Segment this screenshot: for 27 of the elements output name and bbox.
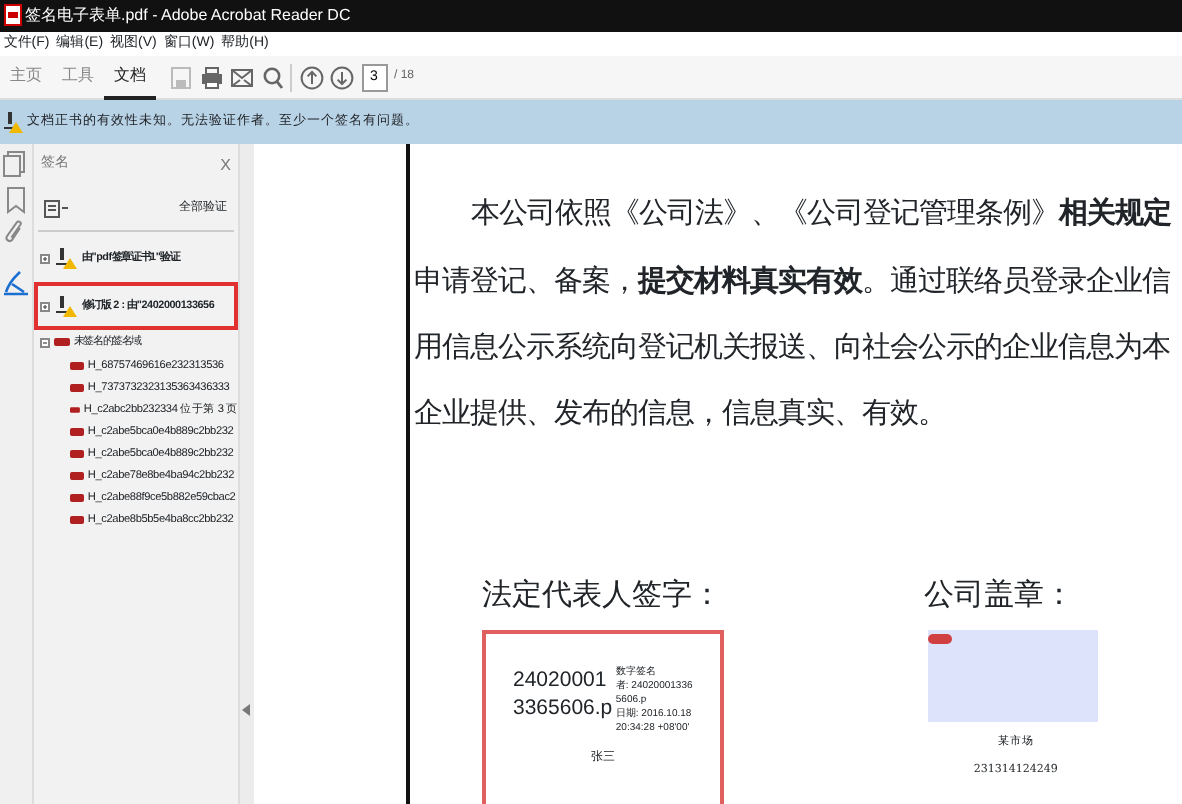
collapse-arrow-icon[interactable] xyxy=(242,704,251,716)
pen-warning-icon xyxy=(3,109,24,134)
bookmark-icon[interactable] xyxy=(1,185,30,214)
mail-icon[interactable] xyxy=(230,67,254,88)
pen-warning-icon xyxy=(53,246,78,271)
next-page-icon[interactable] xyxy=(330,65,354,90)
print-icon[interactable] xyxy=(199,65,223,90)
pdf-file-icon xyxy=(3,4,22,27)
field-icon xyxy=(69,405,80,414)
expand-icon[interactable] xyxy=(39,301,50,312)
search-icon[interactable] xyxy=(261,65,283,90)
previous-page-icon[interactable] xyxy=(299,65,323,90)
expand-icon[interactable] xyxy=(39,253,50,264)
collapse-icon[interactable] xyxy=(39,337,50,348)
pages-icon[interactable] xyxy=(1,150,30,179)
signature-text: 3365606.p xyxy=(513,694,613,723)
signature-text: 24020001 xyxy=(513,666,609,695)
window-title: 签名电子表单.pdf - Adobe Acrobat Reader DC xyxy=(25,3,351,28)
seal-field[interactable] xyxy=(927,630,1098,723)
options-menu-icon[interactable] xyxy=(44,199,71,218)
signature-pen-icon[interactable] xyxy=(1,267,30,296)
body-paragraph: 本公司依照《公司法》、《公司登记管理条例》相关规定申请登记、备案，提交材料真实有效。通过联络员登录企业信用信息公示系统向登记机关报送、向社会公示的企业信息为本企业提供、发布的信息，信息真实、有效。 xyxy=(411,193,1174,434)
marker-icon xyxy=(927,634,952,645)
pen-warning-icon xyxy=(53,294,78,319)
signature-label: 法定代表人签字： xyxy=(481,573,724,616)
seal-label: 公司盖章： xyxy=(923,573,1076,616)
close-button[interactable]: X xyxy=(220,157,231,174)
